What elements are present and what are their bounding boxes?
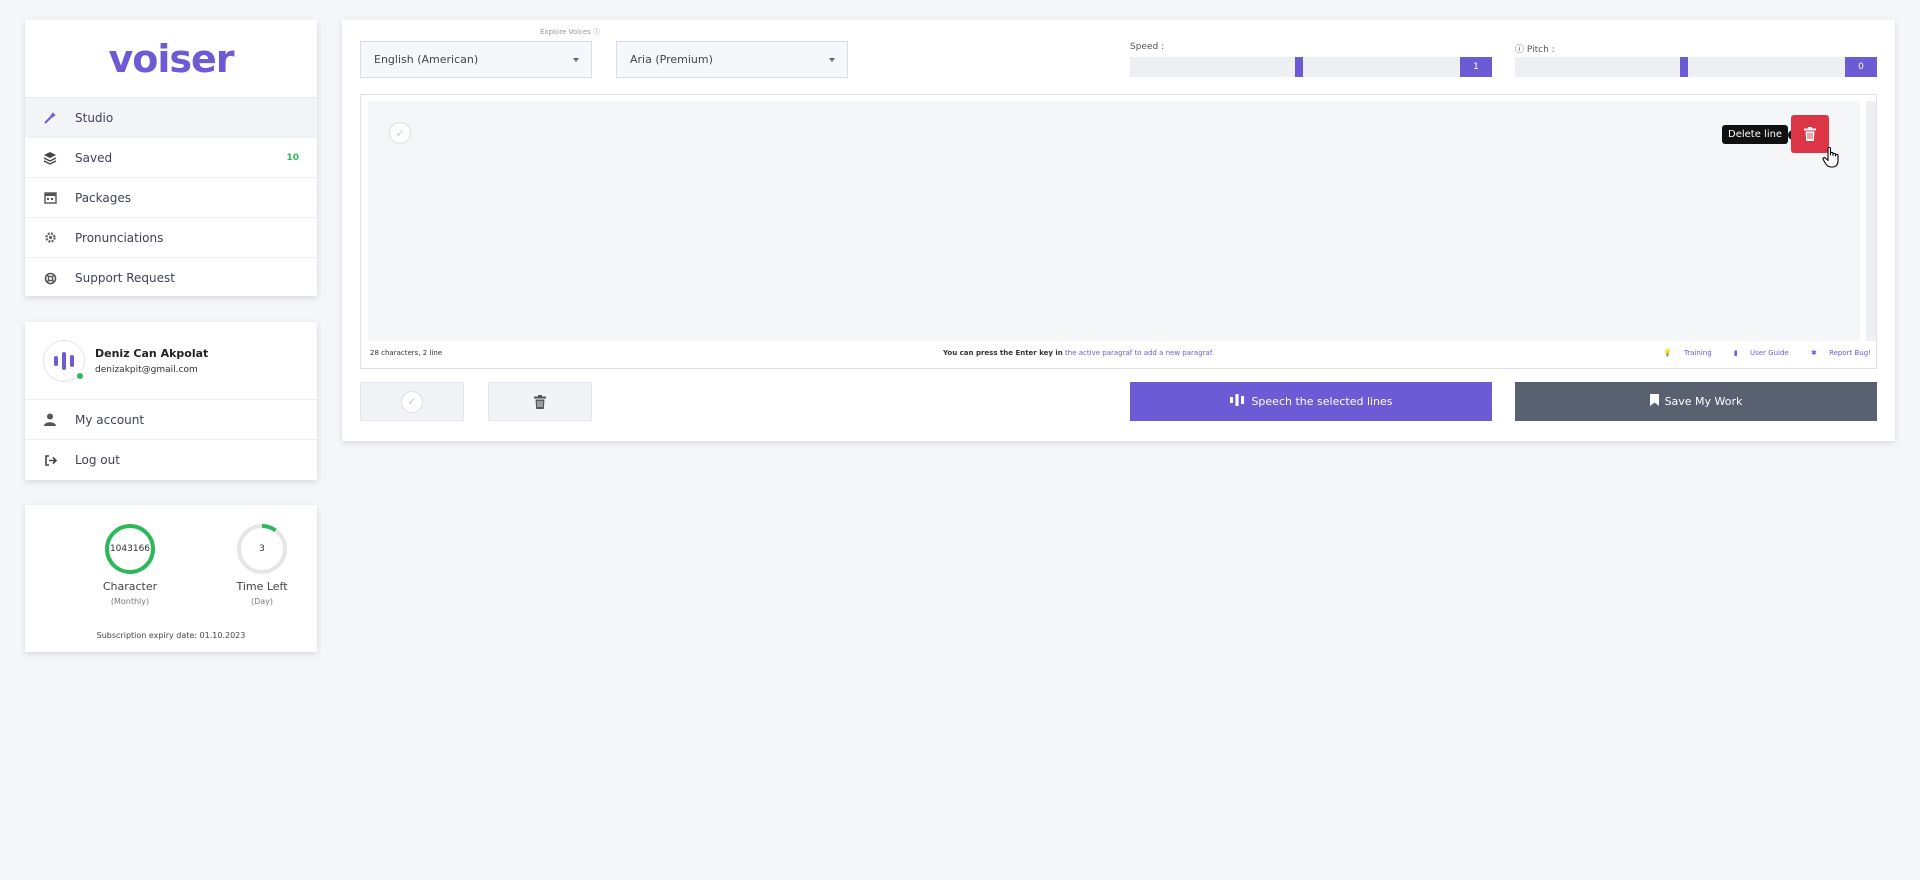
book-icon: ▮ bbox=[1733, 349, 1738, 357]
sidebar-item-saved[interactable]: Saved 10 bbox=[25, 138, 317, 178]
user-card: Deniz Can Akpolat denizakpit@gmail.com M… bbox=[25, 322, 317, 480]
waveform-icon bbox=[1229, 394, 1245, 409]
pitch-slider[interactable]: 0 bbox=[1515, 57, 1877, 77]
gear-icon bbox=[43, 231, 57, 245]
user-email: denizakpit@gmail.com bbox=[95, 364, 198, 375]
bookmark-icon bbox=[1649, 394, 1659, 409]
line-select-checkbox[interactable]: ✓ bbox=[389, 122, 411, 144]
saved-count-badge: 10 bbox=[286, 152, 299, 163]
user-guide-link[interactable]: ▮ User Guide bbox=[1724, 349, 1789, 357]
avatar bbox=[43, 339, 85, 382]
info-icon: ⓘ bbox=[593, 28, 601, 36]
character-label: Character bbox=[102, 580, 158, 593]
save-button-label: Save My Work bbox=[1664, 395, 1743, 408]
calendar-icon bbox=[43, 191, 57, 205]
check-icon: ✓ bbox=[401, 390, 423, 413]
logout-link[interactable]: Log out bbox=[25, 440, 317, 480]
hand-cursor-icon bbox=[1822, 146, 1839, 168]
select-all-button[interactable]: ✓ bbox=[360, 382, 464, 421]
report-bug-link[interactable]: ✱ Report Bug! bbox=[1801, 349, 1871, 357]
speed-value: 1 bbox=[1460, 57, 1492, 77]
sidebar-item-packages[interactable]: Packages bbox=[25, 178, 317, 218]
speech-button-label: Speech the selected lines bbox=[1251, 395, 1393, 408]
usage-stats-card: 1043166 Character (Monthly) 3 Time Left … bbox=[25, 505, 317, 652]
my-account-link[interactable]: My account bbox=[25, 400, 317, 440]
delete-selected-button[interactable] bbox=[488, 382, 592, 421]
pitch-slider-handle[interactable] bbox=[1680, 57, 1688, 77]
bug-icon: ✱ bbox=[1810, 349, 1817, 357]
hint-link: the active paragraf to add a new paragra… bbox=[1065, 349, 1214, 357]
language-select[interactable]: English (American) bbox=[360, 41, 592, 78]
subscription-expiry: Subscription expiry date: 01.10.2023 bbox=[96, 631, 246, 640]
voice-value: Aria (Premium) bbox=[630, 53, 713, 66]
language-value: English (American) bbox=[374, 53, 479, 66]
lifebuoy-icon bbox=[43, 271, 57, 285]
character-progress-ring: 1043166 bbox=[104, 523, 156, 575]
trash-icon bbox=[534, 394, 546, 409]
navigation-card: voiser Studio Saved 10 Packages Pronunci… bbox=[25, 20, 317, 296]
training-link[interactable]: 💡 Training bbox=[1653, 349, 1712, 357]
chevron-down-icon bbox=[573, 58, 579, 62]
sidebar-item-label: Studio bbox=[75, 110, 114, 125]
pitch-label-wrap: ⓘ Pitch : bbox=[1515, 42, 1555, 55]
character-stat: 1043166 Character (Monthly) bbox=[75, 523, 185, 606]
editor-line[interactable]: ✓ Delete line bbox=[368, 101, 1860, 341]
user-name: Deniz Can Akpolat bbox=[95, 346, 209, 360]
speed-slider-handle[interactable] bbox=[1295, 57, 1303, 77]
time-left-progress-ring: 3 bbox=[236, 523, 288, 575]
menu-label: My account bbox=[75, 412, 145, 427]
studio-panel: Explore Voices ⓘ English (American) Aria… bbox=[342, 20, 1895, 441]
chevron-down-icon bbox=[829, 58, 835, 62]
sidebar-item-studio[interactable]: Studio bbox=[25, 98, 317, 138]
character-count: 28 characters, 2 line bbox=[370, 349, 443, 357]
save-my-work-button[interactable]: Save My Work bbox=[1515, 382, 1877, 421]
speech-selected-lines-button[interactable]: Speech the selected lines bbox=[1130, 382, 1492, 421]
sidebar-item-label: Pronunciations bbox=[75, 230, 164, 245]
text-editor: ✓ Delete line 28 characters, 2 line You … bbox=[360, 94, 1877, 369]
trash-icon bbox=[1804, 127, 1816, 141]
speed-slider[interactable]: 1 bbox=[1130, 57, 1492, 77]
time-left-sub: (Day) bbox=[250, 597, 274, 606]
sidebar-item-support-request[interactable]: Support Request bbox=[25, 258, 317, 298]
editor-scrollbar[interactable] bbox=[1866, 101, 1876, 341]
magic-wand-icon bbox=[43, 111, 57, 125]
sidebar-item-pronunciations[interactable]: Pronunciations bbox=[25, 218, 317, 258]
pitch-label: Pitch : bbox=[1526, 45, 1555, 55]
editor-footer: 28 characters, 2 line You can press the … bbox=[361, 349, 1876, 361]
layers-icon bbox=[43, 151, 57, 165]
user-icon bbox=[43, 413, 57, 427]
speed-label: Speed : bbox=[1130, 42, 1165, 52]
delete-line-tooltip: Delete line bbox=[1722, 125, 1799, 144]
sidebar-item-label: Support Request bbox=[75, 271, 175, 285]
explore-voices-link[interactable]: Explore Voices ⓘ bbox=[540, 27, 600, 37]
time-left-value: 3 bbox=[259, 544, 265, 554]
logo-text: voiser bbox=[108, 36, 234, 81]
user-profile: Deniz Can Akpolat denizakpit@gmail.com bbox=[25, 322, 317, 400]
menu-label: Log out bbox=[75, 453, 120, 467]
info-icon: ⓘ bbox=[1515, 45, 1525, 55]
pitch-value: 0 bbox=[1845, 57, 1877, 77]
online-status-dot bbox=[75, 370, 85, 381]
logo[interactable]: voiser bbox=[25, 20, 317, 98]
lightbulb-icon: 💡 bbox=[1663, 349, 1672, 357]
editor-hint: You can press the Enter key in the activ… bbox=[943, 349, 1214, 357]
time-left-stat: 3 Time Left (Day) bbox=[207, 523, 317, 606]
sidebar-item-label: Saved bbox=[75, 150, 113, 165]
help-links: 💡 Training ▮ User Guide ✱ Report Bug! bbox=[1643, 349, 1871, 357]
sidebar-item-label: Packages bbox=[75, 190, 131, 205]
time-left-label: Time Left bbox=[236, 580, 288, 593]
character-sub: (Monthly) bbox=[110, 597, 150, 606]
voice-select[interactable]: Aria (Premium) bbox=[616, 41, 848, 78]
character-value: 1043166 bbox=[109, 544, 151, 554]
logout-icon bbox=[43, 453, 57, 467]
